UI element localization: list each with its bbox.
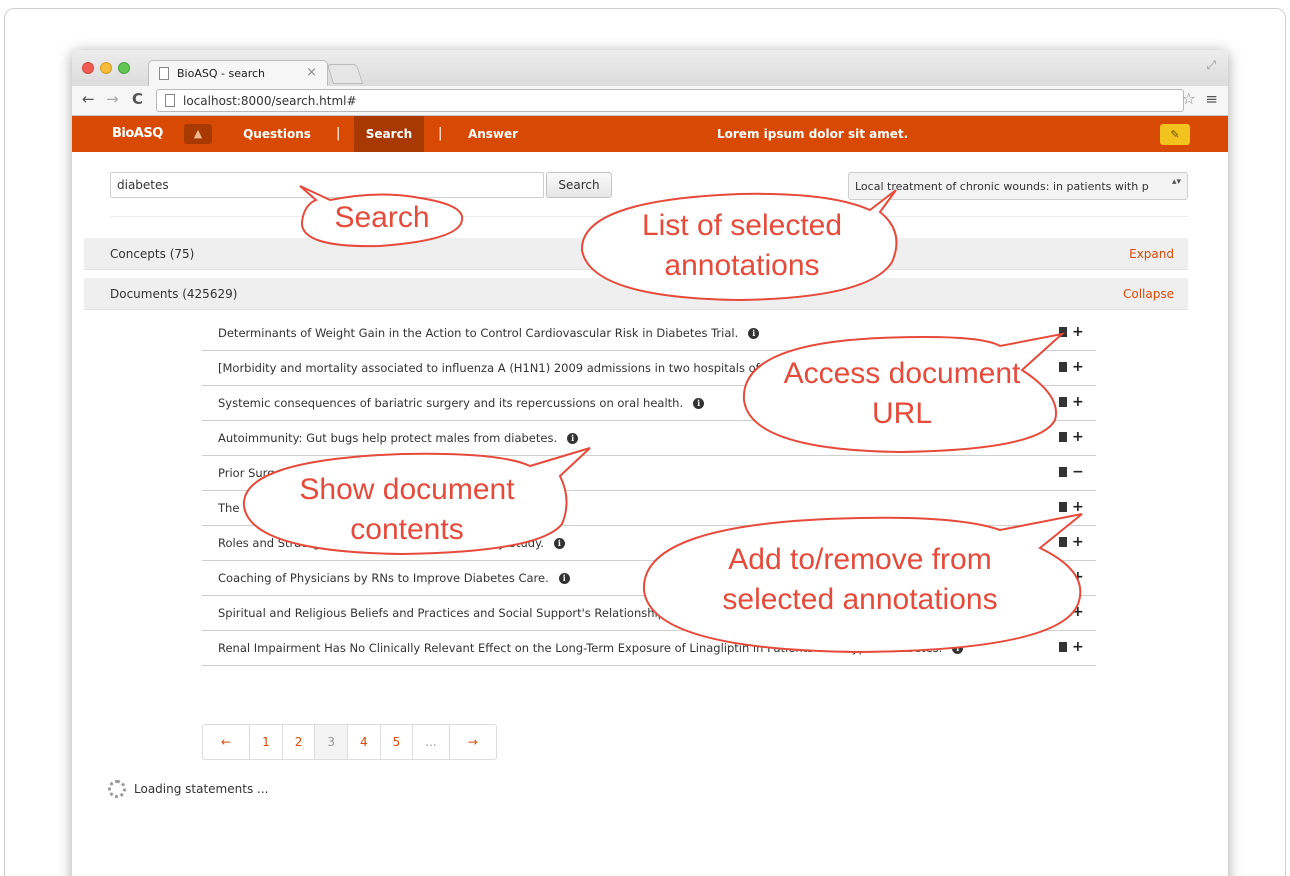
info-icon[interactable]: i [558,573,570,584]
bookmark-star-icon[interactable]: ☆ [1182,89,1196,108]
spinner-icon [108,780,126,798]
zoom-window-button[interactable] [118,62,130,74]
document-title: Renal Impairment Has No Clinically Relev… [218,641,943,655]
add-annotation-icon[interactable]: + [1072,395,1084,409]
document-title: Coaching of Physicians by RNs to Improve… [218,571,549,585]
page-icon [159,67,169,80]
concepts-title: Concepts (75) [110,247,195,261]
address-bar: ← → C localhost:8000/search.html# ☆ ≡ [72,86,1228,116]
edit-icon[interactable]: ✎ [1160,124,1190,145]
page-icon [165,94,175,107]
document-title: Determinants of Weight Gain in the Actio… [218,326,739,340]
info-icon[interactable]: i [567,433,579,444]
loading-text: Loading statements ... [134,782,269,796]
loading-indicator: Loading statements ... [108,780,268,798]
document-url-icon[interactable] [1059,397,1067,407]
back-icon[interactable]: ← [82,90,95,108]
tab-strip: BioASQ - search × ⤢ [72,50,1228,86]
add-annotation-icon[interactable]: + [1072,360,1084,374]
info-icon[interactable]: i [693,398,705,409]
tab-title: BioASQ - search [177,67,265,80]
user-icon[interactable]: ▲ [184,124,212,144]
info-icon[interactable]: i [553,538,565,549]
nav-questions[interactable]: Questions [230,116,324,152]
callout-url-text: Access document URL [783,357,1021,430]
nav-search[interactable]: Search [354,116,424,152]
fullscreen-icon[interactable]: ⤢ [1206,58,1216,73]
app-navbar: BioASQ ▲ Questions | Search | Answer Lor… [72,116,1228,152]
navbar-message: Lorem ipsum dolor sit amet. [717,127,909,141]
browser-window: BioASQ - search × ⤢ ← → C localhost:8000… [72,50,1228,876]
collapse-link[interactable]: Collapse [1123,287,1174,301]
document-url-icon[interactable] [1059,537,1067,547]
next-page-button[interactable]: → [450,725,496,759]
document-url-icon[interactable] [1059,432,1067,442]
pagination-ellipsis: ... [413,725,450,759]
document-row: Determinants of Weight Gain in the Actio… [202,316,1096,351]
new-tab-button[interactable] [326,64,364,84]
document-title: Autoimmunity: Gut bugs help protect male… [218,431,558,445]
nav-answer[interactable]: Answer [452,116,534,152]
document-title: Systemic consequences of bariatric surge… [218,396,684,410]
brand-logo[interactable]: BioASQ [112,126,163,141]
callout-addremove-text: Add to/remove from selected annotations [722,543,998,616]
tab-close-icon[interactable]: × [306,65,317,80]
document-url-icon[interactable] [1059,362,1067,372]
add-annotation-icon[interactable]: + [1072,605,1084,619]
page-1[interactable]: 1 [250,725,283,759]
add-annotation-icon[interactable]: + [1072,500,1084,514]
selected-annotations-select[interactable]: Local treatment of chronic wounds: in pa… [848,172,1188,200]
documents-title: Documents (425629) [110,287,238,301]
document-url-icon[interactable] [1059,467,1067,477]
remove-annotation-icon[interactable]: − [1072,465,1084,479]
add-annotation-icon[interactable]: + [1072,325,1084,339]
selected-annotation-value: Local treatment of chronic wounds: in pa… [855,180,1149,193]
document-url-icon[interactable] [1059,642,1067,652]
info-icon[interactable]: i [952,643,964,654]
menu-icon[interactable]: ≡ [1205,90,1218,108]
add-annotation-icon[interactable]: + [1072,570,1084,584]
document-row: Renal Impairment Has No Clinically Relev… [202,631,1096,666]
callout-annotations-text: List of selected annotations [641,209,843,282]
nav-separator: | [336,126,341,141]
add-annotation-icon[interactable]: + [1072,640,1084,654]
page-3[interactable]: 3 [315,725,348,759]
expand-link[interactable]: Expand [1129,247,1174,261]
document-title: Spiritual and Religious Beliefs and Prac… [218,606,748,620]
add-annotation-icon[interactable]: + [1072,430,1084,444]
document-url-icon[interactable] [1059,327,1067,337]
callout-search-text: Search [334,201,430,234]
close-window-button[interactable] [82,62,94,74]
browser-tab[interactable]: BioASQ - search × [148,60,328,86]
forward-icon[interactable]: → [106,90,119,108]
search-button[interactable]: Search [546,172,612,198]
document-url-icon[interactable] [1059,502,1067,512]
callout-contents-text: Show document contents [299,473,515,546]
url-input[interactable]: localhost:8000/search.html# [156,89,1184,112]
page-5[interactable]: 5 [381,725,414,759]
pagination: ← 1 2 3 4 5 ... → [202,724,497,760]
info-icon[interactable]: i [748,328,760,339]
nav-separator: | [438,126,443,141]
page-2[interactable]: 2 [283,725,316,759]
add-annotation-icon[interactable]: + [1072,535,1084,549]
url-text: localhost:8000/search.html# [183,94,357,108]
minimize-window-button[interactable] [100,62,112,74]
prev-page-button[interactable]: ← [203,725,251,759]
page-4[interactable]: 4 [348,725,381,759]
document-url-icon[interactable] [1059,572,1067,582]
document-url-icon[interactable] [1059,607,1067,617]
search-input[interactable] [110,172,544,198]
reload-icon[interactable]: C [132,90,143,108]
select-caret-icon: ▴▾ [1171,177,1181,187]
